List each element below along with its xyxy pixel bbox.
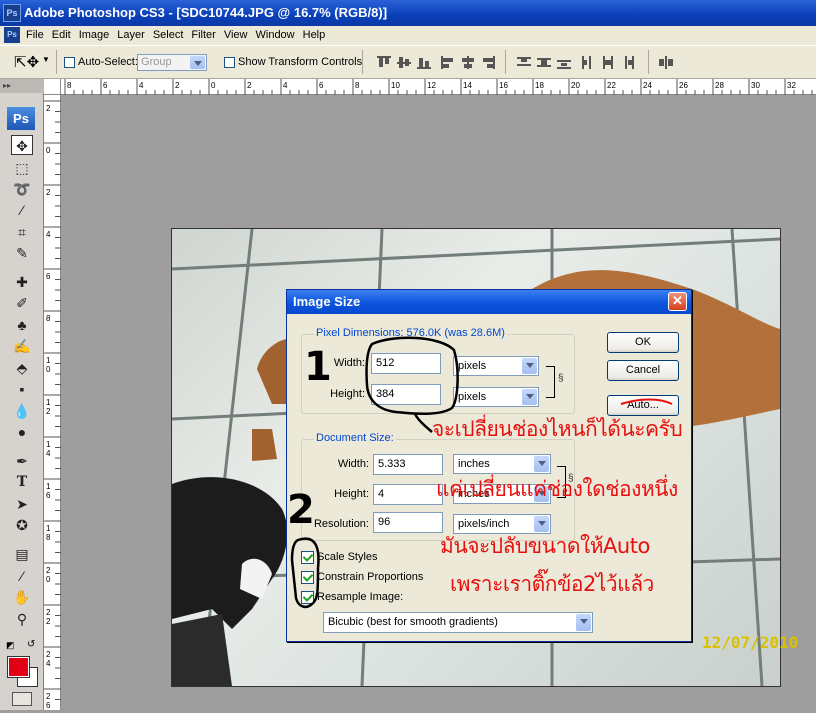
annotation-arrow xyxy=(620,398,673,405)
annotation-line-4: เพราะเราติ๊กข้อ2ไว้แล้ว xyxy=(450,572,654,596)
annotation-pointer-line xyxy=(413,413,433,433)
annotation-circle-pixel-fields xyxy=(365,336,459,415)
annotation-line-3: มันจะปลับขนาดให้Auto xyxy=(440,534,650,558)
annotation-line-2: แค่เปลี่ยนแค่ช่องใดช่องหนึ่ง xyxy=(436,477,678,501)
annotation-number-2: 2 xyxy=(287,487,315,533)
annotation-number-1: 1 xyxy=(304,344,332,390)
annotation-line-1: จะเปลี่ยนช่องไหนก็ได้นะครับ xyxy=(432,417,683,441)
annotation-circle-checkboxes xyxy=(290,537,320,609)
annotation-overlay xyxy=(290,336,673,609)
